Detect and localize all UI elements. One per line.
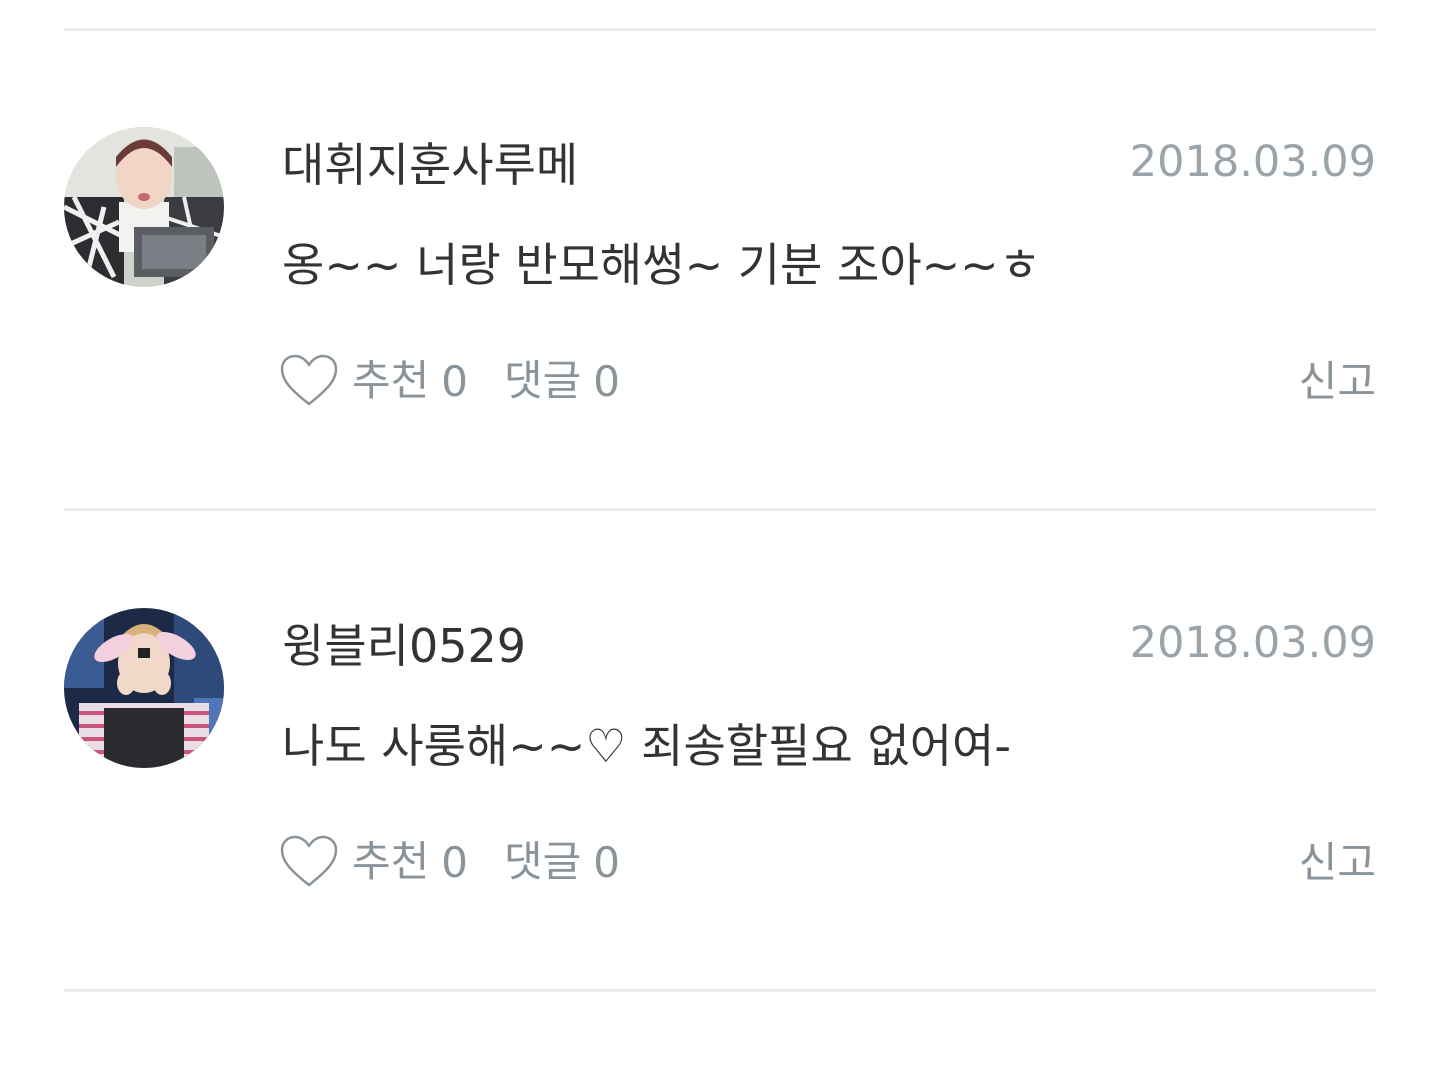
like-button[interactable]: 추천 0 — [280, 354, 468, 408]
comment-date: 2018.03.09 — [1129, 137, 1376, 187]
like-count: 0 — [441, 356, 469, 406]
divider-bottom — [64, 989, 1376, 992]
avatar[interactable] — [64, 127, 224, 287]
heart-outline-icon — [280, 354, 338, 406]
like-count: 0 — [441, 837, 469, 887]
reply-count: 0 — [593, 837, 621, 887]
reply-button[interactable]: 댓글 0 — [504, 838, 620, 887]
reply-label: 댓글 — [504, 356, 582, 405]
comment-actions: 추천 0 댓글 0 — [280, 351, 620, 411]
reply-label: 댓글 — [504, 837, 582, 886]
heart-outline-icon — [280, 835, 338, 887]
reply-button[interactable]: 댓글 0 — [504, 357, 620, 406]
comment-date: 2018.03.09 — [1129, 618, 1376, 668]
like-label: 추천 — [352, 837, 430, 886]
username[interactable]: 대휘지훈사루메 — [282, 142, 578, 188]
username[interactable]: 윙블리0529 — [282, 623, 526, 669]
like-button[interactable]: 추천 0 — [280, 835, 468, 889]
comment-text: 나도 사룽해~~♡ 죄송할필요 없어여- — [282, 719, 1011, 773]
reply-count: 0 — [593, 356, 621, 406]
comment-text: 옹~~ 너랑 반모해썽~ 기분 조아~~ㅎ — [282, 238, 1042, 292]
comment-item: 대휘지훈사루메 2018.03.09 옹~~ 너랑 반모해썽~ 기분 조아~~ㅎ… — [0, 30, 1440, 510]
comment-actions: 추천 0 댓글 0 — [280, 832, 620, 892]
report-button[interactable]: 신고 — [1299, 842, 1376, 884]
comment-item: 윙블리0529 2018.03.09 나도 사룽해~~♡ 죄송할필요 없어여- … — [0, 511, 1440, 991]
report-button[interactable]: 신고 — [1299, 361, 1376, 403]
like-label: 추천 — [352, 356, 430, 405]
avatar[interactable] — [64, 608, 224, 768]
